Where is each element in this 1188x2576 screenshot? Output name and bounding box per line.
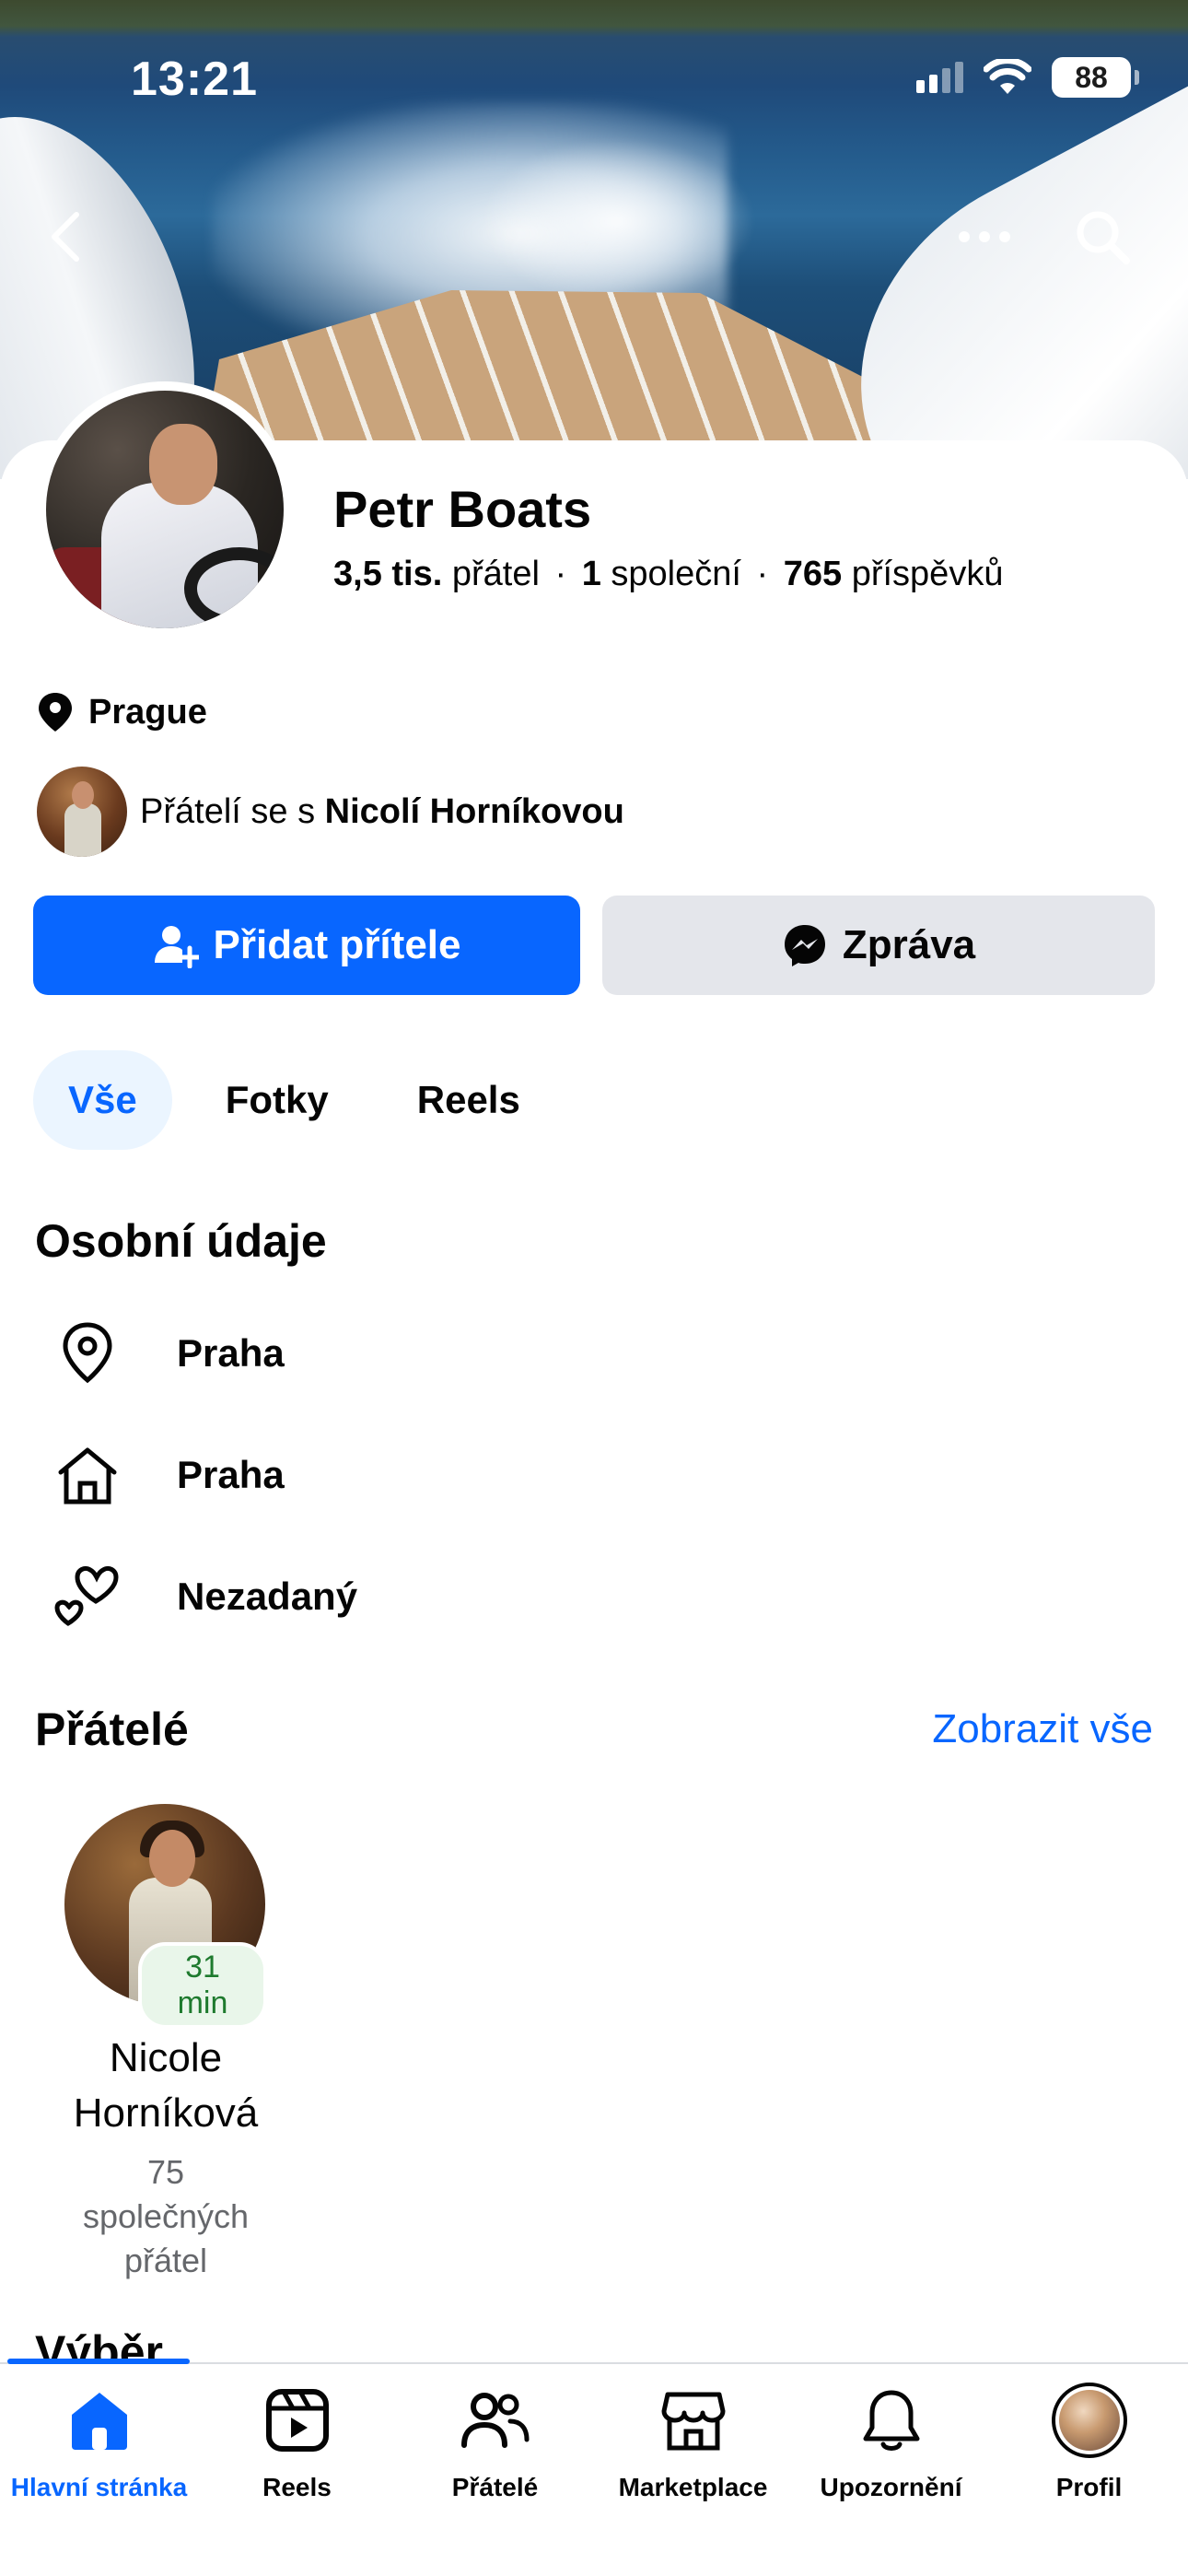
- messenger-icon: [784, 925, 825, 966]
- info-label: Praha: [177, 1331, 285, 1375]
- bottom-nav: Hlavní stránka Reels Přátelé Marketplace…: [0, 2359, 1188, 2576]
- nav-reels[interactable]: Reels: [198, 2384, 396, 2502]
- friends-count[interactable]: 3,5 tis.: [333, 555, 442, 593]
- location-pin-icon: [39, 693, 72, 732]
- tab-reels[interactable]: Reels: [382, 1050, 555, 1150]
- friend-name: Nicole Horníková: [73, 2035, 259, 2136]
- chevron-left-icon: [52, 212, 79, 262]
- friend-mutual-count: 75 společných přátel: [82, 2153, 250, 2279]
- posts-label: příspěvků: [851, 555, 1004, 593]
- friends-icon: [460, 2393, 529, 2448]
- mutual-prefix: Přátelí se s: [140, 791, 316, 831]
- status-time: 13:21: [131, 53, 258, 106]
- stats-separator: ·: [746, 555, 778, 593]
- message-button[interactable]: Zpráva: [602, 896, 1155, 995]
- tab-all[interactable]: Vše: [33, 1050, 172, 1150]
- wifi-icon: [984, 59, 1031, 94]
- mutual-label[interactable]: společní: [611, 555, 741, 593]
- nav-label: Profil: [1055, 2473, 1123, 2501]
- mutual-friend-avatar: [37, 767, 127, 857]
- profile-actions: Přidat přítele Zpráva: [33, 896, 1155, 995]
- tab-photos[interactable]: Fotky: [191, 1050, 364, 1150]
- nav-home[interactable]: Hlavní stránka: [0, 2384, 198, 2502]
- nav-profile[interactable]: Profil: [990, 2383, 1188, 2502]
- location-label: Prague: [88, 692, 207, 732]
- personal-info-title: Osobní údaje: [35, 1215, 327, 1267]
- marketplace-icon: [661, 2392, 725, 2451]
- profile-location: Prague: [37, 691, 207, 733]
- cellular-signal-icon: [916, 62, 963, 93]
- info-row-hometown: Praha: [53, 1441, 285, 1509]
- nav-label: Marketplace: [618, 2473, 768, 2501]
- home-icon: [71, 2393, 127, 2450]
- friends-label[interactable]: přátel: [452, 555, 540, 593]
- nav-label: Přátelé: [451, 2473, 539, 2501]
- friends-title: Přátelé: [35, 1704, 189, 1755]
- profile-photo: [46, 391, 284, 628]
- add-friend-icon: [154, 926, 199, 968]
- status-icons: 88: [916, 57, 1139, 98]
- nav-friends[interactable]: Přátelé: [396, 2384, 594, 2502]
- info-label: Nezadaný: [177, 1575, 358, 1618]
- info-label: Praha: [177, 1453, 285, 1496]
- battery-icon: 88: [1052, 57, 1139, 98]
- nav-notifications[interactable]: Upozornění: [792, 2384, 990, 2502]
- cover-shoreline: [0, 0, 1188, 37]
- profile-avatar[interactable]: [37, 381, 293, 638]
- stats-separator: ·: [544, 555, 577, 593]
- info-row-current-city: Praha: [53, 1319, 285, 1388]
- message-label: Zpráva: [842, 922, 976, 967]
- more-dots-icon: [959, 231, 1010, 242]
- add-friend-label: Přidat přítele: [213, 922, 461, 967]
- friend-active-badge: 31 min: [138, 1942, 267, 2029]
- profile-name: Petr Boats: [333, 480, 592, 538]
- nav-label: Hlavní stránka: [10, 2473, 188, 2501]
- profile-tabs: Vše Fotky Reels: [33, 1050, 555, 1150]
- home-outline-icon: [53, 1441, 122, 1509]
- cover-wake-highlight: [479, 138, 755, 304]
- more-options-button[interactable]: [952, 205, 1017, 269]
- nav-label: Upozornění: [820, 2473, 962, 2501]
- see-all-friends-link[interactable]: Zobrazit vše: [932, 1706, 1153, 1752]
- posts-count: 765: [783, 555, 843, 593]
- search-button[interactable]: [1070, 205, 1135, 269]
- highlights-title: Výběr: [35, 2326, 163, 2362]
- relationship-hearts-icon: [53, 1563, 122, 1631]
- info-row-relationship: Nezadaný: [53, 1563, 357, 1631]
- profile-stats: 3,5 tis. přátel · 1 společní · 765 přísp…: [333, 555, 1003, 594]
- mutual-friend-row[interactable]: Přátelí se s Nicolí Horníkovou: [37, 767, 624, 857]
- nav-label: Reels: [262, 2473, 332, 2501]
- bell-icon: [863, 2390, 919, 2451]
- mutual-friend-text: Přátelí se s Nicolí Horníkovou: [140, 792, 624, 832]
- add-friend-button[interactable]: Přidat přítele: [33, 896, 580, 995]
- mutual-friend-name: Nicolí Horníkovou: [324, 791, 624, 831]
- reels-icon: [265, 2389, 329, 2452]
- mutual-count[interactable]: 1: [582, 555, 601, 593]
- nav-marketplace[interactable]: Marketplace: [594, 2384, 792, 2502]
- active-tab-indicator: [7, 2359, 190, 2364]
- search-icon: [1077, 211, 1130, 264]
- profile-avatar-thumbnail: [1051, 2383, 1127, 2458]
- back-button[interactable]: [33, 205, 98, 269]
- friend-card[interactable]: 31 min Nicole Horníková 75 společných př…: [64, 1804, 267, 2283]
- location-pin-outline-icon: [53, 1319, 122, 1388]
